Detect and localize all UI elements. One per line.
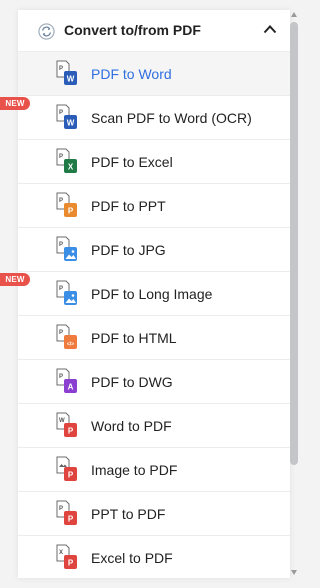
- item-label: PDF to HTML: [91, 330, 177, 346]
- svg-text:P: P: [68, 559, 74, 568]
- list-item-excel-to-pdf[interactable]: XP Excel to PDF: [18, 536, 290, 578]
- list-item-scan-pdf-to-word[interactable]: PW Scan PDF to Word (OCR): [18, 96, 290, 140]
- svg-text:P: P: [59, 242, 63, 248]
- convert-icon: [38, 23, 55, 40]
- item-label: Scan PDF to Word (OCR): [91, 110, 252, 126]
- svg-text:W: W: [59, 418, 65, 424]
- image-to-pdf-icon: P: [56, 456, 77, 481]
- list-item-pdf-to-jpg[interactable]: P PDF to JPG: [18, 228, 290, 272]
- list-item-ppt-to-pdf[interactable]: PP PPT to PDF: [18, 492, 290, 536]
- svg-text:P: P: [59, 154, 63, 160]
- svg-text:</>: </>: [67, 342, 74, 348]
- excel-to-pdf-icon: XP: [56, 544, 77, 569]
- section-title: Convert to/from PDF: [64, 22, 201, 38]
- pdf-to-jpg-icon: P: [56, 236, 77, 261]
- pdf-to-long-image-icon: P: [56, 280, 77, 305]
- svg-text:P: P: [59, 286, 63, 292]
- svg-text:A: A: [68, 383, 74, 392]
- item-label: PDF to PPT: [91, 198, 166, 214]
- new-badge: NEW: [0, 97, 30, 110]
- item-label: Word to PDF: [91, 418, 172, 434]
- scan-ocr-word-icon: PW: [56, 104, 77, 129]
- item-label: PDF to Word: [91, 66, 172, 82]
- scrollbar-track[interactable]: [289, 10, 299, 578]
- list-item-pdf-to-ppt[interactable]: PP PDF to PPT: [18, 184, 290, 228]
- list-item-pdf-to-excel[interactable]: PX PDF to Excel: [18, 140, 290, 184]
- pdf-to-ppt-icon: PP: [56, 192, 77, 217]
- pdf-to-excel-icon: PX: [56, 148, 77, 173]
- scrollbar-thumb[interactable]: [290, 22, 298, 465]
- list-item-pdf-to-html[interactable]: P </> PDF to HTML: [18, 316, 290, 360]
- word-to-pdf-icon: WP: [56, 412, 77, 437]
- item-label: PDF to Excel: [91, 154, 173, 170]
- list-item-pdf-to-word[interactable]: PW PDF to Word: [18, 52, 290, 96]
- svg-text:X: X: [59, 550, 63, 556]
- svg-text:P: P: [68, 207, 74, 216]
- ppt-to-pdf-icon: PP: [56, 500, 77, 525]
- list-item-pdf-to-long-image[interactable]: P PDF to Long Image: [18, 272, 290, 316]
- list-item-pdf-to-dwg[interactable]: PA PDF to DWG: [18, 360, 290, 404]
- svg-text:P: P: [68, 471, 74, 480]
- svg-text:P: P: [59, 198, 63, 204]
- svg-text:P: P: [68, 515, 74, 524]
- item-label: PDF to DWG: [91, 374, 173, 390]
- item-label: Excel to PDF: [91, 550, 173, 566]
- pdf-to-word-icon: PW: [56, 60, 77, 85]
- svg-text:W: W: [67, 119, 75, 128]
- svg-text:P: P: [59, 506, 63, 512]
- item-label: Image to PDF: [91, 462, 178, 478]
- convert-panel: Convert to/from PDF PW PDF to Word PW Sc…: [18, 10, 290, 578]
- conversion-list: PW PDF to Word PW Scan PDF to Word (OCR)…: [18, 52, 290, 578]
- svg-text:X: X: [68, 163, 74, 172]
- scroll-down-arrow-icon[interactable]: [291, 570, 297, 575]
- svg-text:P: P: [59, 66, 63, 72]
- item-label: PDF to Long Image: [91, 286, 213, 302]
- svg-text:P: P: [59, 374, 63, 380]
- svg-text:P: P: [59, 110, 63, 116]
- chevron-up-icon[interactable]: [263, 24, 277, 34]
- svg-text:P: P: [59, 330, 63, 336]
- list-item-word-to-pdf[interactable]: WP Word to PDF: [18, 404, 290, 448]
- svg-text:W: W: [67, 75, 75, 84]
- item-label: PDF to JPG: [91, 242, 166, 258]
- pdf-to-html-icon: P </>: [56, 324, 77, 349]
- new-badge: NEW: [0, 273, 30, 286]
- svg-text:P: P: [68, 427, 74, 436]
- scroll-up-arrow-icon[interactable]: [291, 12, 297, 17]
- item-label: PPT to PDF: [91, 506, 166, 522]
- list-item-image-to-pdf[interactable]: P Image to PDF: [18, 448, 290, 492]
- pdf-to-dwg-icon: PA: [56, 368, 77, 393]
- section-header[interactable]: Convert to/from PDF: [18, 10, 290, 52]
